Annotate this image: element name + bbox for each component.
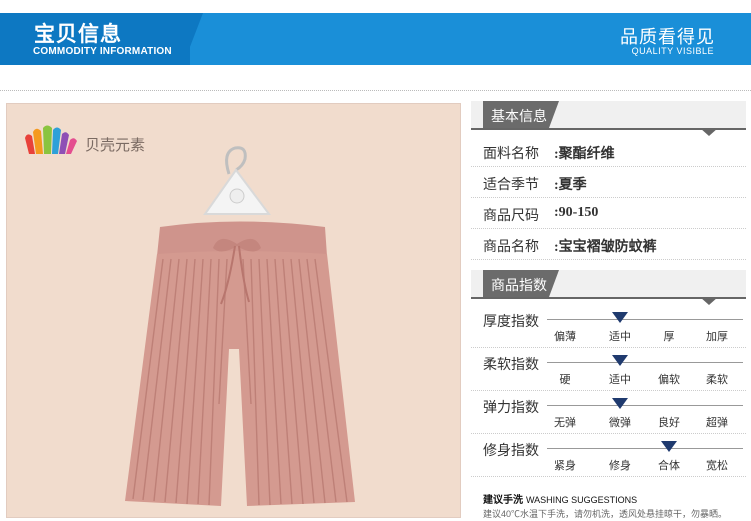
washing-title-en: WASHING SUGGESTIONS (526, 495, 638, 505)
header-subtitle: COMMODITY INFORMATION (33, 46, 172, 57)
index-list: 厚度指数 偏薄 适中厚加厚 柔软指数硬适中 偏软 柔软 弹力指数 无弹 微弹 良好 超弹 修身指数 紧身… (471, 305, 751, 477)
index-row: 修身指数紧身 修身 合体 宽松 (471, 434, 746, 477)
index-scale-line (547, 362, 743, 363)
index-option: 偏软 (658, 374, 680, 386)
washing-title-cn: 建议手洗 (483, 495, 523, 506)
index-option: 微弹 (609, 417, 631, 429)
info-key: 商品尺码 (483, 207, 539, 223)
chevron-down-icon (700, 297, 718, 305)
index-option: 适中 (609, 374, 631, 386)
index-option: 偏薄 (554, 331, 576, 343)
heading-tab-cut (549, 270, 559, 297)
info-row-material: 面料名称 :聚酯纤维 (471, 136, 746, 167)
index-marker-icon (661, 441, 677, 452)
info-value-text: 聚酯纤维 (558, 147, 615, 162)
index-option: 超弹 (706, 417, 728, 429)
info-value: :90-150 (554, 205, 599, 220)
index-option: 合体 (658, 460, 680, 472)
index-marker-icon (612, 312, 628, 323)
divider (0, 90, 751, 91)
info-value: :宝宝褶皱防蚊裤 (554, 240, 657, 255)
index-row: 柔软指数硬 适中 偏软 柔软 (471, 348, 746, 391)
index-row: 弹力指数无弹 微弹 良好 超弹 (471, 391, 746, 434)
info-value: :夏季 (554, 178, 587, 193)
info-row-name: 商品名称 :宝宝褶皱防蚊裤 (471, 229, 746, 260)
index-scale-line (547, 405, 743, 406)
index-label: 厚度指数 (483, 313, 539, 329)
index-marker-icon (612, 398, 628, 409)
header-tab-cut (183, 13, 203, 65)
info-panel: 基本信息 面料名称 :聚酯纤维 适合季节 :夏季 商品尺码 :90-150 商品名称:… (471, 101, 751, 519)
product-photo: 贝壳元素 (6, 103, 461, 518)
washing-text: 建议40℃水温下手洗，请勿机洗，透风处悬挂晾干，勿暴晒。 (483, 509, 728, 519)
chevron-down-icon (700, 128, 718, 136)
index-option: 修身 (609, 460, 631, 472)
info-row-season: 适合季节 :夏季 (471, 167, 746, 198)
basic-info-title: 基本信息 (491, 108, 547, 124)
index-scale-line (547, 448, 743, 449)
index-row: 厚度指数偏薄 适中 厚 加厚 (471, 305, 746, 348)
header-title: 宝贝信息 (34, 23, 122, 46)
info-value: :聚酯纤维 (554, 147, 615, 162)
info-row-size: 商品尺码 :90-150 (471, 198, 746, 229)
index-option: 紧身 (554, 460, 576, 472)
index-option: 厚 (663, 331, 675, 343)
index-option: 宽松 (706, 460, 728, 472)
index-marker-icon (612, 355, 628, 366)
info-key: 商品名称 (483, 238, 539, 254)
pants-illustration (125, 146, 355, 506)
info-key: 适合季节 (483, 176, 539, 192)
header-banner: 宝贝信息 COMMODITY INFORMATION 品质看得见 QUALITY… (0, 0, 751, 68)
index-title: 商品指数 (491, 277, 547, 293)
header-right-subtitle: QUALITY VISIBLE (631, 46, 714, 56)
index-option: 适中 (609, 331, 631, 343)
info-value-text: 夏季 (558, 178, 587, 193)
heading-tab-cut (549, 101, 559, 128)
index-scale-line (547, 319, 743, 320)
index-option: 加厚 (706, 331, 728, 343)
washing-title: 建议手洗 WASHING SUGGESTIONS (483, 491, 637, 506)
index-label: 柔软指数 (483, 356, 539, 372)
index-option: 无弹 (554, 417, 576, 429)
index-option: 良好 (658, 417, 680, 429)
info-value-text: 宝宝褶皱防蚊裤 (558, 240, 657, 255)
index-label: 弹力指数 (483, 399, 539, 415)
index-label: 修身指数 (483, 442, 539, 458)
index-option: 硬 (559, 374, 571, 386)
index-option: 柔软 (706, 374, 728, 386)
index-heading: 商品指数 (471, 270, 746, 305)
info-key: 面料名称 (483, 145, 539, 161)
info-value-text: 90-150 (558, 205, 599, 220)
basic-info-heading: 基本信息 (471, 101, 746, 136)
